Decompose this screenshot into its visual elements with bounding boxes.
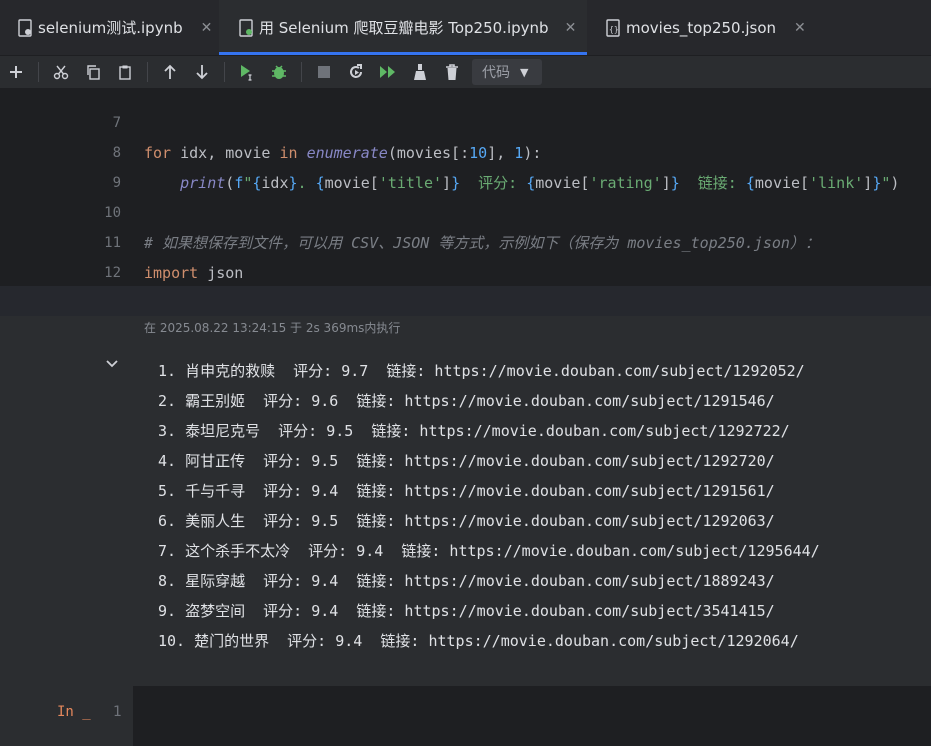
run-all-icon[interactable]: [372, 58, 404, 86]
output-line: 3. 泰坦尼克号 评分: 9.5 链接: https://movie.douba…: [158, 422, 790, 440]
close-icon[interactable]: ✕: [794, 20, 806, 36]
output-line: 4. 阿甘正传 评分: 9.5 链接: https://movie.douban…: [158, 452, 775, 470]
output-line: 2. 霸王别姬 评分: 9.6 链接: https://movie.douban…: [158, 392, 775, 410]
tab-bar: selenium测试.ipynb ✕ 用 Selenium 爬取豆瓣电影 Top…: [0, 0, 931, 56]
code-line: 7 for idx, movie in enumerate(movies[:10…: [0, 88, 931, 162]
move-up-icon[interactable]: [154, 58, 186, 86]
output-line: 7. 这个杀手不太冷 评分: 9.4 链接: https://movie.dou…: [158, 542, 820, 560]
chevron-down-icon: ▼: [520, 65, 529, 79]
code-line-current: 14 print("已将电影信息保存到 movies_top250.json"): [0, 286, 931, 316]
run-cell-icon[interactable]: [231, 58, 263, 86]
separator: [224, 62, 225, 82]
stop-icon[interactable]: [308, 58, 340, 86]
code-cell-editor[interactable]: 7 for idx, movie in enumerate(movies[:10…: [0, 88, 931, 316]
clear-outputs-icon[interactable]: [404, 58, 436, 86]
cell-type-select[interactable]: 代码 ▼: [472, 59, 542, 85]
restart-icon[interactable]: [340, 58, 372, 86]
close-icon[interactable]: ✕: [565, 20, 577, 36]
move-down-icon[interactable]: [186, 58, 218, 86]
new-code-cell[interactable]: [133, 686, 931, 746]
tab-label: selenium测试.ipynb: [38, 19, 183, 37]
cell-prompt: In _: [57, 704, 91, 720]
output-line: 10. 楚门的世界 评分: 9.4 链接: https://movie.doub…: [158, 632, 799, 650]
svg-text:{}: {}: [609, 25, 619, 34]
tab-selenium-test[interactable]: selenium测试.ipynb ✕: [0, 0, 218, 55]
cell-type-value: 代码: [482, 65, 510, 81]
output-line: 6. 美丽人生 评分: 9.5 链接: https://movie.douban…: [158, 512, 775, 530]
output-line: 9. 盗梦空间 评分: 9.4 链接: https://movie.douban…: [158, 602, 775, 620]
close-icon[interactable]: ✕: [201, 20, 213, 36]
output-line: 5. 千与千寻 评分: 9.4 链接: https://movie.douban…: [158, 482, 775, 500]
line-number: 1: [113, 704, 122, 720]
delete-cell-icon[interactable]: [436, 58, 468, 86]
notebook-icon: [239, 18, 253, 37]
code-line: 10 # 如果想保存到文件，可以用 CSV、JSON 等方式，示例如下（保存为 …: [0, 168, 931, 252]
tab-label: movies_top250.json: [626, 18, 777, 37]
debug-icon[interactable]: [263, 58, 295, 86]
tab-douban-top250[interactable]: 用 Selenium 爬取豆瓣电影 Top250.ipynb ✕: [219, 0, 587, 55]
notebook-icon: [18, 18, 32, 37]
tab-movies-json[interactable]: {} movies_top250.json ✕: [588, 0, 812, 55]
output-line: 8. 星际穿越 评分: 9.4 链接: https://movie.douban…: [158, 572, 775, 590]
execution-info: 在 2025.08.22 13:24:15 于 2s 369ms内执行: [144, 321, 401, 335]
notebook-toolbar: 代码 ▼: [0, 56, 931, 88]
separator: [38, 62, 39, 82]
add-cell-icon[interactable]: [0, 58, 32, 86]
paste-icon[interactable]: [109, 58, 141, 86]
code-line: 12 with open("movies_top250.json", "w", …: [0, 228, 931, 312]
cut-icon[interactable]: [45, 58, 77, 86]
code-line: 9: [0, 138, 931, 191]
tab-label: 用 Selenium 爬取豆瓣电影 Top250.ipynb: [259, 19, 549, 37]
chevron-down-icon[interactable]: [106, 357, 118, 373]
separator: [147, 62, 148, 82]
separator: [301, 62, 302, 82]
code-line: 11 import json: [0, 198, 931, 282]
copy-icon[interactable]: [77, 58, 109, 86]
json-file-icon: {}: [606, 18, 620, 37]
code-line: 13 json.dump(movies, f, ensure_ascii=Fal…: [0, 258, 931, 311]
code-line: 8 print(f"{idx}. {movie['title']} 评分: {m…: [0, 108, 931, 192]
output-line: 1. 肖申克的救赎 评分: 9.7 链接: https://movie.doub…: [158, 362, 805, 380]
